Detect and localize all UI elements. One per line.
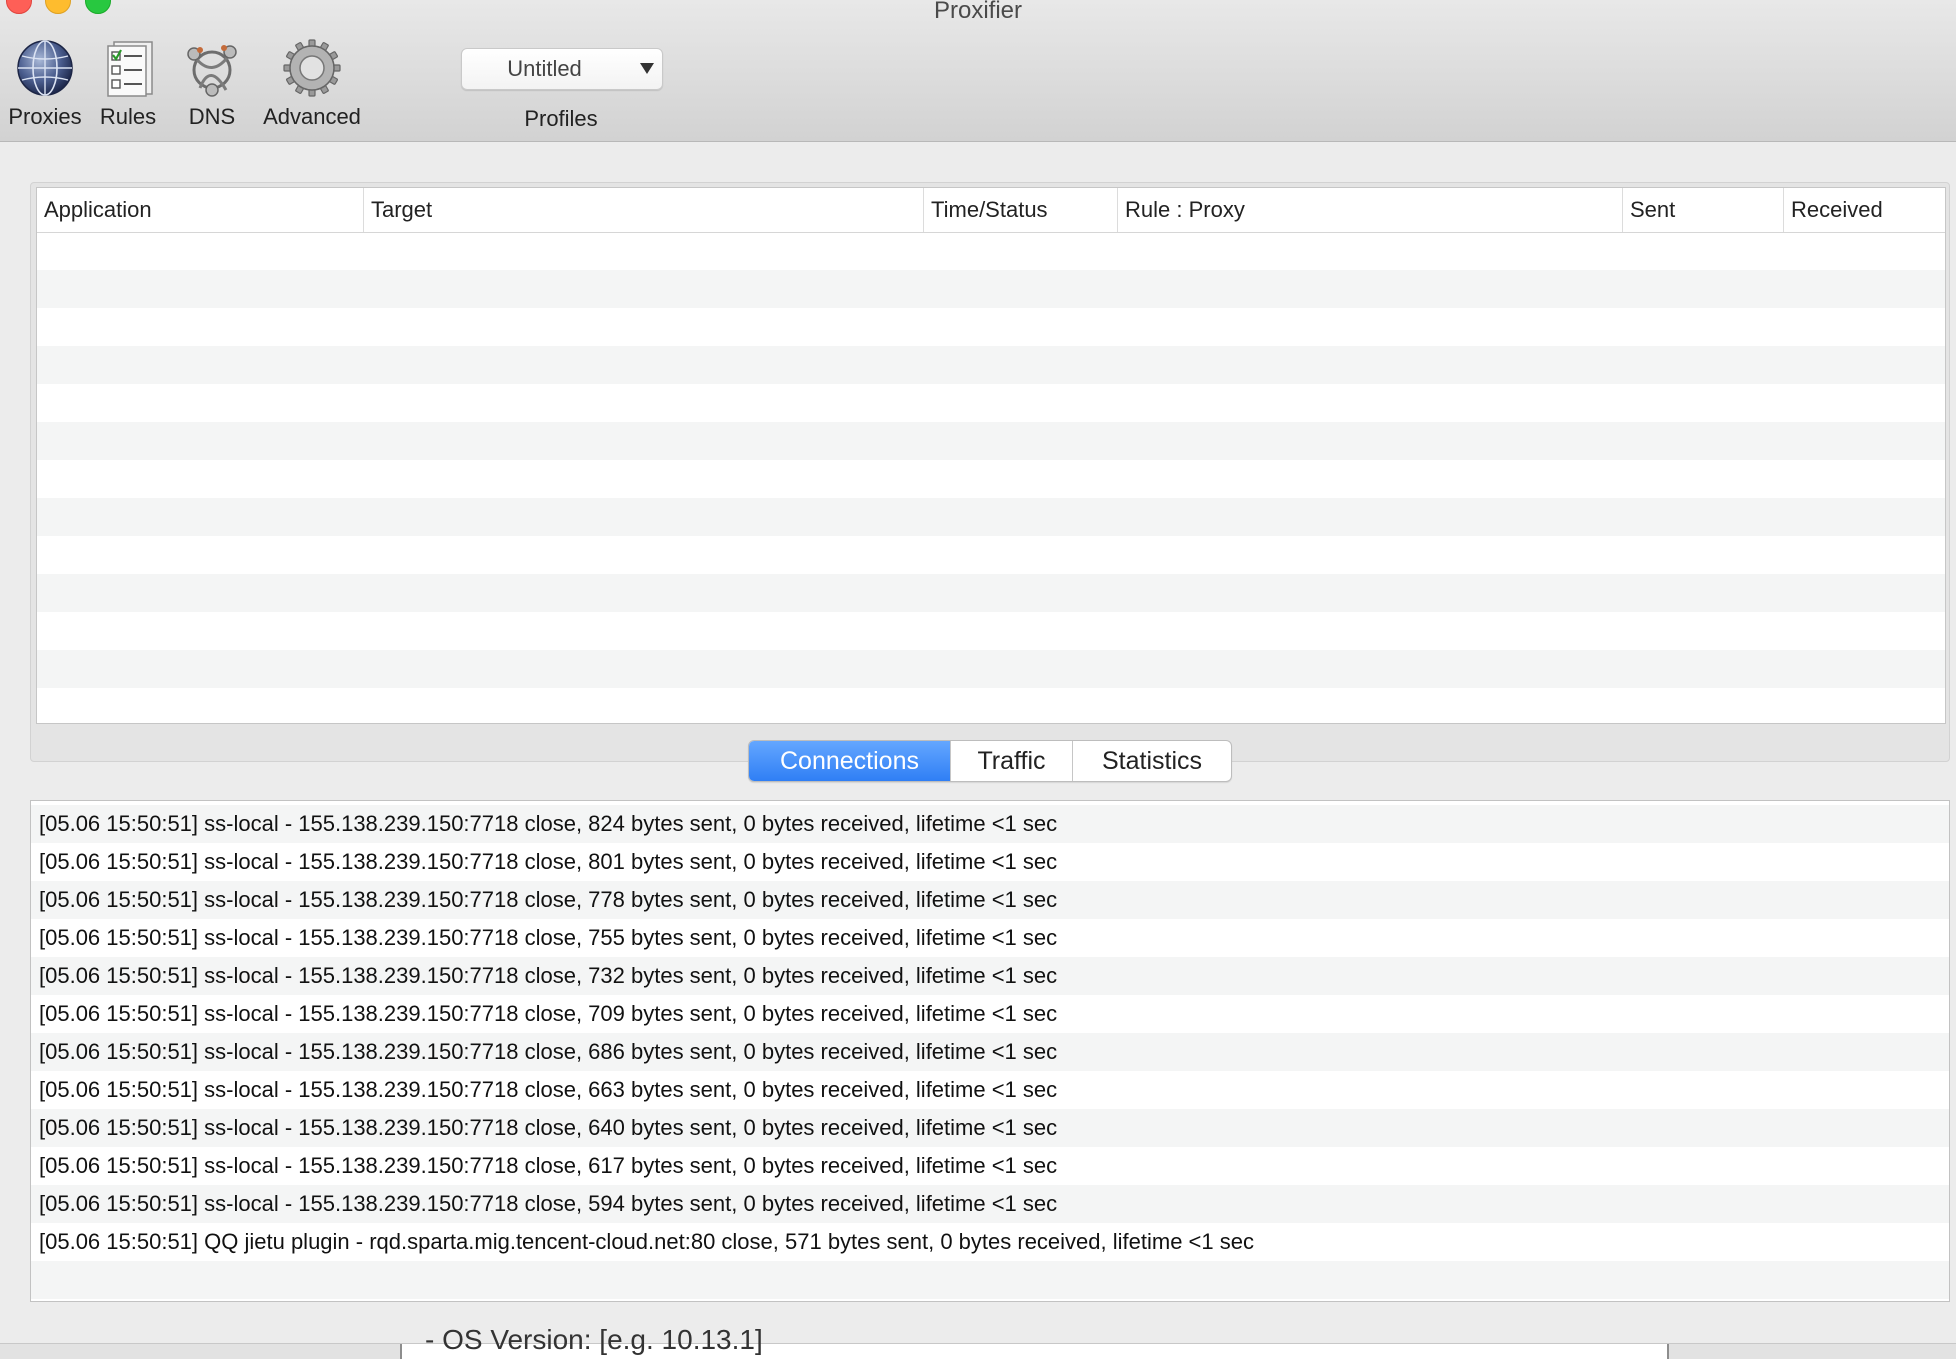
log-entry: [05.06 15:50:51] ss-local - 155.138.239.…	[39, 1001, 1058, 1026]
connections-table[interactable]: Application Target Time/Status Rule : Pr…	[36, 187, 1946, 724]
log-entry: [05.06 15:50:51] QQ jietu plugin - rqd.s…	[39, 1229, 1254, 1254]
toolbar-label-proxies: Proxies	[8, 104, 82, 129]
profiles-label: Profiles	[524, 106, 598, 131]
column-header-application[interactable]: Application	[37, 188, 364, 232]
chevron-down-icon	[640, 63, 654, 74]
table-row	[37, 422, 1945, 460]
log-entry: [05.06 15:50:51] ss-local - 155.138.239.…	[39, 849, 1058, 874]
table-row	[37, 650, 1945, 688]
background-window: - OS Version: [e.g. 10.13.1]	[0, 1324, 1956, 1359]
toolbar-label-advanced: Advanced	[263, 104, 361, 129]
table-row	[37, 232, 1945, 270]
table-row	[37, 574, 1945, 612]
globe-icon	[17, 40, 73, 96]
table-row	[37, 612, 1945, 650]
table-row	[37, 460, 1945, 498]
log-entry: [05.06 15:50:51] ss-local - 155.138.239.…	[39, 925, 1058, 950]
table-row	[37, 346, 1945, 384]
table-row	[37, 384, 1945, 422]
log-entry: [05.06 15:50:51] ss-local - 155.138.239.…	[31, 881, 1949, 919]
toolbar: Proxifier Proxies Rules DNS Advanced Unt…	[0, 0, 1956, 142]
checklist-icon	[107, 41, 153, 97]
table-row	[37, 308, 1945, 346]
toolbar-label-rules: Rules	[99, 104, 157, 129]
log-entry: [05.06 15:50:51] ss-local - 155.138.239.…	[31, 1033, 1949, 1071]
connection-log[interactable]: [05.06 15:50:51] ss-local - 155.138.239.…	[30, 800, 1950, 1302]
column-header-time-status[interactable]: Time/Status	[924, 188, 1118, 232]
log-entry: [05.06 15:50:51] ss-local - 155.138.239.…	[39, 1077, 1058, 1102]
profile-select[interactable]: Untitled	[461, 48, 663, 90]
column-header-sent[interactable]: Sent	[1623, 188, 1784, 232]
profile-select-value: Untitled	[507, 56, 582, 81]
table-header: Application Target Time/Status Rule : Pr…	[37, 188, 1945, 233]
column-header-target[interactable]: Target	[364, 188, 924, 232]
table-row	[37, 536, 1945, 574]
toolbar-dns-button[interactable]: DNS	[180, 36, 244, 130]
log-entry: [05.06 15:50:51] ss-local - 155.138.239.…	[31, 1109, 1949, 1147]
window-title: Proxifier	[933, 0, 1023, 24]
log-entry: [05.06 15:50:51] ss-local - 155.138.239.…	[31, 957, 1949, 995]
background-window-text: - OS Version: [e.g. 10.13.1]	[425, 1324, 763, 1355]
toolbar-proxies-button[interactable]: Proxies	[4, 36, 86, 130]
table-row	[37, 498, 1945, 536]
network-icon	[187, 45, 237, 97]
proxifier-window: Proxifier Proxies Rules DNS Advanced Unt…	[0, 0, 1956, 1343]
table-row	[37, 688, 1945, 723]
toolbar-label-dns: DNS	[188, 104, 236, 129]
log-entry: [05.06 15:50:51] ss-local - 155.138.239.…	[31, 1185, 1949, 1223]
connections-table-frame: Application Target Time/Status Rule : Pr…	[30, 182, 1950, 762]
tab-traffic[interactable]: Traffic	[951, 741, 1073, 781]
log-entry: [05.06 15:50:51] ss-local - 155.138.239.…	[39, 1153, 1058, 1178]
toolbar-rules-button[interactable]: Rules	[96, 36, 160, 130]
log-entry: [05.06 15:50:51] ss-local - 155.138.239.…	[31, 805, 1949, 843]
column-header-rule-proxy[interactable]: Rule : Proxy	[1118, 188, 1623, 232]
toolbar-advanced-button[interactable]: Advanced	[258, 36, 366, 130]
tab-connections[interactable]: Connections	[749, 741, 951, 781]
view-segmented-control: Connections Traffic Statistics	[748, 740, 1232, 782]
gear-icon	[283, 39, 341, 97]
column-header-received[interactable]: Received	[1784, 188, 1945, 232]
log-entry-empty	[31, 1261, 1949, 1299]
table-row	[37, 270, 1945, 308]
tab-statistics[interactable]: Statistics	[1073, 741, 1231, 781]
